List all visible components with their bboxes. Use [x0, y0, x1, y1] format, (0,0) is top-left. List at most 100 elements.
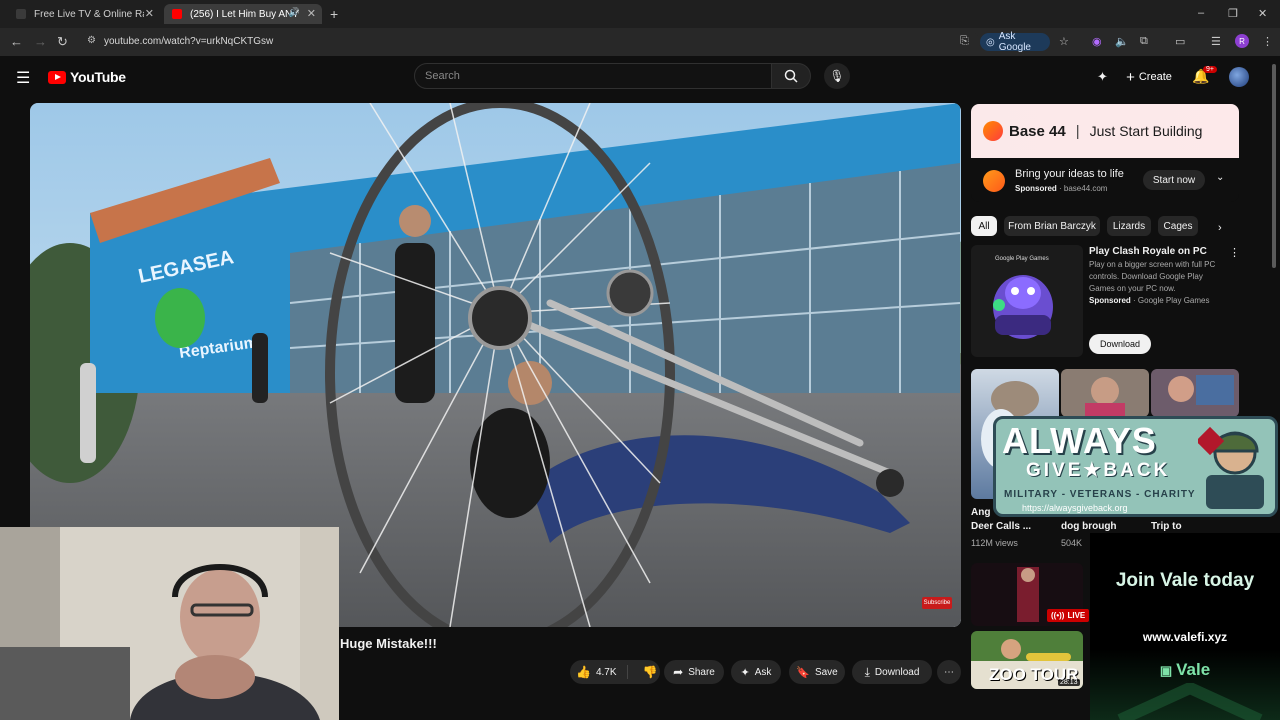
promo-title[interactable]: Play Clash Royale on PC — [1089, 246, 1207, 257]
save-playlist-icon: 🔖 — [796, 666, 810, 679]
browser-menu-icon[interactable]: ⋮ — [1262, 35, 1273, 48]
notification-count-badge: 9+ — [1203, 66, 1217, 73]
youtube-play-icon — [48, 70, 66, 84]
forward-icon[interactable]: → — [34, 34, 47, 49]
download-label: Download — [874, 666, 920, 678]
url-text[interactable]: youtube.com/watch?v=urkNqCKTGsw — [104, 36, 273, 47]
search-icon — [784, 69, 798, 83]
more-options-icon[interactable]: ⋮ — [1229, 246, 1240, 259]
sparkle-icon: ✦ — [740, 666, 750, 679]
download-icon: ⤓ — [864, 664, 870, 679]
ad-domain: base44.com — [1063, 184, 1108, 193]
create-button[interactable]: + Create — [1118, 65, 1180, 89]
voice-search-button[interactable]: 🎙 — [824, 63, 850, 89]
tab-title: (256) I Let Him Buy ANY An — [190, 8, 300, 20]
site-info-icon[interactable]: ⚙ — [87, 35, 96, 46]
search-button[interactable] — [771, 63, 811, 89]
like-dislike-group: 👍 4.7K 👎 — [570, 660, 660, 684]
soldier-mascot-icon — [1198, 426, 1264, 509]
share-button[interactable]: ➦ Share — [664, 660, 724, 684]
browser-tab-1[interactable]: Free Live TV & Online Radio W ✕ — [8, 4, 160, 24]
close-tab-icon[interactable]: ✕ — [307, 7, 316, 20]
advertiser-avatar-icon — [983, 170, 1005, 192]
vale-overlay: Join Vale today www.valefi.xyz ▣ Vale — [1090, 533, 1280, 720]
ad-sponsored-label: Sponsored — [1015, 184, 1057, 193]
reload-icon[interactable]: ↻ — [57, 34, 68, 50]
agb-title: ALWAYS — [1002, 420, 1157, 461]
subscribe-watermark[interactable]: Subscribe — [922, 597, 952, 609]
always-give-back-overlay: ALWAYS GIVE★BACK MILITARY - VETERANS - C… — [993, 416, 1278, 517]
search-input[interactable]: Search — [414, 63, 772, 89]
video-title-1[interactable]: Ang — [971, 507, 990, 518]
chip-from-brian-barczyk[interactable]: From Brian Barczyk — [1004, 216, 1100, 236]
base44-logo-icon — [983, 121, 1003, 141]
video-title-2[interactable]: dog brough — [1061, 521, 1117, 532]
live-signal-icon: ((•)) — [1051, 611, 1065, 620]
omnibox[interactable]: ⚙ youtube.com/watch?v=urkNqCKTGsw — [80, 31, 980, 53]
ai-sparkle-icon[interactable]: ✦ — [1097, 69, 1108, 85]
vale-join-text: Join Vale today — [1115, 570, 1255, 591]
media-icon[interactable]: 🔈 — [1115, 35, 1129, 48]
browser-tab-2[interactable]: (256) I Let Him Buy ANY An 🔊 ✕ — [164, 4, 322, 24]
video-thumbnail-2[interactable] — [1061, 369, 1149, 417]
sidebar-icon[interactable]: ▭ — [1175, 35, 1185, 48]
sponsored-ad-card[interactable]: Base 44 | Just Start Building Bring your… — [971, 104, 1239, 202]
promo-download-button[interactable]: Download — [1089, 334, 1151, 354]
video-duration: 28:13 — [1058, 679, 1080, 686]
menu-icon[interactable]: ☰ — [16, 68, 30, 88]
chip-lizards[interactable]: Lizards — [1107, 216, 1151, 236]
bookmark-star-icon[interactable]: ☆ — [1059, 35, 1069, 48]
youtube-header: ☰ YouTube Search 🎙 ✦ + Create 🔔 — [0, 56, 1280, 100]
like-button[interactable]: 👍 4.7K — [576, 665, 628, 679]
browser-tab-bar: Free Live TV & Online Radio W ✕ (256) I … — [0, 0, 1280, 28]
webcam-feed-image — [0, 527, 339, 720]
back-icon[interactable]: ← — [10, 34, 23, 49]
install-app-icon[interactable]: ⎘ — [960, 35, 969, 48]
profile-avatar-icon[interactable]: R — [1235, 34, 1249, 48]
page-scrollbar[interactable] — [1272, 64, 1276, 268]
close-tab-icon[interactable]: ✕ — [145, 7, 154, 20]
youtube-logo[interactable]: YouTube — [48, 69, 126, 85]
video-thumbnail-3[interactable] — [1151, 369, 1239, 417]
youtube-favicon-icon — [172, 9, 182, 19]
save-button[interactable]: 🔖 Save — [789, 660, 845, 684]
video-title: Huge Mistake!!! — [340, 636, 437, 651]
extensions-puzzle-icon[interactable]: ⧉ — [1140, 35, 1148, 48]
dislike-button[interactable]: 👎 — [633, 665, 658, 679]
chevron-right-icon[interactable]: › — [1218, 222, 1222, 234]
chevron-down-icon[interactable]: ⌄ — [1216, 172, 1224, 183]
close-window-button[interactable]: ✕ — [1258, 7, 1267, 20]
browser-address-bar: ← → ↻ ⚙ youtube.com/watch?v=urkNqCKTGsw — [0, 28, 1280, 56]
agb-tagline: MILITARY - VETERANS - CHARITY — [1004, 489, 1196, 500]
agb-subtitle: GIVE★BACK — [1026, 460, 1171, 481]
thumbnail-image — [1085, 377, 1125, 417]
download-button[interactable]: ⤓ Download — [852, 660, 932, 684]
ad-sponsored-line: Sponsored · base44.com — [1015, 184, 1108, 193]
ask-google-label: Ask Google — [998, 31, 1031, 53]
audio-icon[interactable]: 🔊 — [289, 7, 300, 18]
ad-banner[interactable]: Base 44 | Just Start Building — [971, 104, 1239, 158]
ask-button[interactable]: ✦ Ask — [731, 660, 781, 684]
vale-chevron-decoration — [1117, 683, 1263, 720]
save-label: Save — [814, 666, 838, 678]
video-title-3[interactable]: Trip to — [1151, 521, 1182, 532]
promo-description: Play on a bigger screen with full PC con… — [1089, 260, 1216, 293]
extension-icon[interactable]: ◉ — [1092, 35, 1102, 48]
chip-cages[interactable]: Cages — [1158, 216, 1198, 236]
ad-separator: | — [1075, 122, 1080, 140]
chip-all[interactable]: All — [971, 216, 997, 236]
more-actions-button[interactable]: ⋯ — [937, 660, 961, 684]
account-avatar[interactable] — [1229, 67, 1249, 87]
minimize-button[interactable]: – — [1198, 7, 1204, 19]
start-now-button[interactable]: Start now — [1143, 170, 1205, 190]
promo-sponsored-line: Sponsored · Google Play Games — [1089, 296, 1210, 305]
live-badge: ((•)) LIVE — [1047, 609, 1090, 622]
video-views-1: 112M views — [971, 538, 1018, 548]
new-tab-button[interactable]: + — [330, 6, 338, 22]
video-title-1-line2[interactable]: Deer Calls ... — [971, 521, 1031, 532]
ask-google-button[interactable]: ◎ Ask Google — [980, 31, 1050, 53]
maximize-button[interactable]: ❐ — [1228, 7, 1238, 20]
promo-thumbnail[interactable]: Google Play Games — [971, 245, 1083, 357]
ad-tagline: Just Start Building — [1089, 123, 1203, 139]
reading-list-icon[interactable]: ☰ — [1211, 35, 1221, 48]
